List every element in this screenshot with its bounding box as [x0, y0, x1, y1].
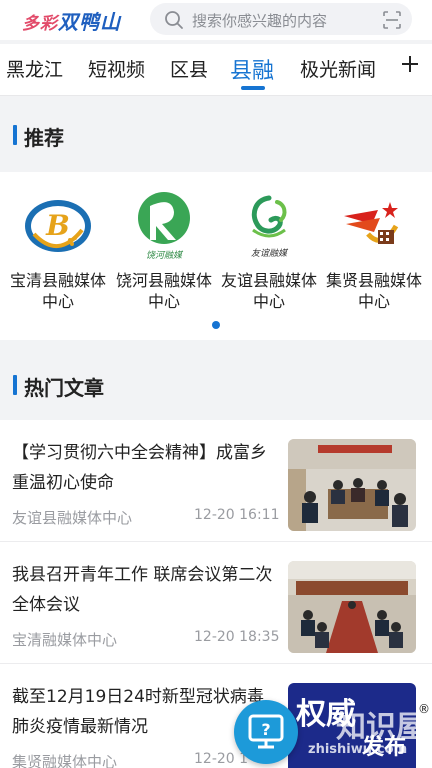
article-time: 12-20 18:35	[194, 629, 280, 645]
channel-tabs: 黑龙江 短视频 区县 县融 极光新闻	[0, 44, 432, 96]
article-title: 【学习贯彻六中全会精神】成富乡 重温初心使命	[12, 443, 267, 493]
active-tab-indicator	[241, 86, 265, 90]
hot-articles-header: 热门文章	[0, 350, 432, 422]
recommend-header: 推荐	[0, 100, 432, 172]
svg-text:B: B	[45, 209, 70, 242]
list-item[interactable]: 我县召开青年工作 联席会议第二次全体会议 宝清融媒体中心 12-20 18:35	[0, 542, 432, 664]
recommend-title: 推荐	[24, 126, 64, 150]
search-placeholder: 搜索你感兴趣的内容	[192, 12, 328, 30]
tab-short-video[interactable]: 短视频	[88, 55, 145, 82]
carousel-page-indicator	[212, 321, 220, 329]
tab-heilongjiang[interactable]: 黑龙江	[6, 55, 63, 82]
top-bar: 多彩双鸭山 搜索你感兴趣的内容	[0, 0, 432, 40]
app-logo[interactable]: 多彩双鸭山	[22, 6, 121, 35]
tab-districts[interactable]: 区县	[170, 55, 208, 82]
help-float-button[interactable]: ?	[234, 700, 298, 764]
svg-text:友谊融媒: 友谊融媒	[251, 248, 289, 259]
search-icon	[165, 11, 183, 29]
recommend-carousel: B 宝清县融媒体 中心 饶河融媒 饶河县融媒体 中心 友谊融媒 友谊县融媒体 中心	[0, 172, 432, 340]
logo-text-colorful: 多彩	[22, 14, 58, 34]
rec-item-youyi[interactable]: 友谊融媒 友谊县融媒体 中心	[216, 172, 322, 312]
watermark-mark: ®	[418, 702, 430, 716]
logo-text-city: 双鸭山	[58, 10, 121, 34]
section-marker	[13, 375, 17, 395]
article-source: 友谊县融媒体中心	[12, 509, 133, 527]
jixian-logo-icon	[344, 202, 399, 244]
watermark-text: 知识屋	[336, 710, 426, 745]
rec-item-name: 饶河县融媒体 中心	[115, 271, 212, 311]
rec-item-jixian[interactable]: 集贤县融媒体 中心	[321, 172, 427, 312]
article-title: 我县召开青年工作 联席会议第二次全体会议	[12, 565, 273, 615]
article-time: 12-20 16:11	[194, 507, 280, 523]
watermark-url: zhishiwu.com	[308, 742, 408, 757]
svg-text:饶河融媒: 饶河融媒	[146, 250, 184, 261]
site-watermark: 知识屋 ® zhishiwu.com	[300, 688, 432, 768]
article-thumbnail	[288, 561, 416, 653]
raohe-logo-icon: 饶河融媒	[138, 192, 190, 261]
tab-county-media[interactable]: 县融	[230, 53, 274, 85]
add-channel-icon[interactable]	[398, 52, 422, 76]
baoqing-logo-icon: B	[25, 200, 91, 252]
help-monitor-icon: ?	[248, 714, 284, 749]
youyi-logo-icon: 友谊融媒	[251, 195, 289, 259]
article-source: 集贤融媒体中心	[12, 753, 118, 768]
rec-item-name: 集贤县融媒体 中心	[325, 271, 422, 311]
rec-item-name: 宝清县融媒体 中心	[9, 271, 106, 311]
svg-text:?: ?	[261, 720, 270, 739]
scan-icon[interactable]	[382, 10, 402, 30]
search-bar[interactable]: 搜索你感兴趣的内容	[150, 3, 412, 35]
section-marker	[13, 125, 17, 145]
article-source: 宝清融媒体中心	[12, 631, 118, 649]
tab-aurora-news[interactable]: 极光新闻	[300, 55, 376, 82]
rec-item-raohe[interactable]: 饶河融媒 饶河县融媒体 中心	[111, 172, 217, 312]
article-thumbnail	[288, 439, 416, 531]
rec-item-baoqing[interactable]: B 宝清县融媒体 中心	[5, 172, 111, 312]
rec-item-name: 友谊县融媒体 中心	[220, 271, 317, 311]
tabs-divider	[0, 95, 432, 96]
list-item[interactable]: 【学习贯彻六中全会精神】成富乡 重温初心使命 友谊县融媒体中心 12-20 16…	[0, 420, 432, 542]
hot-articles-title: 热门文章	[24, 376, 104, 400]
